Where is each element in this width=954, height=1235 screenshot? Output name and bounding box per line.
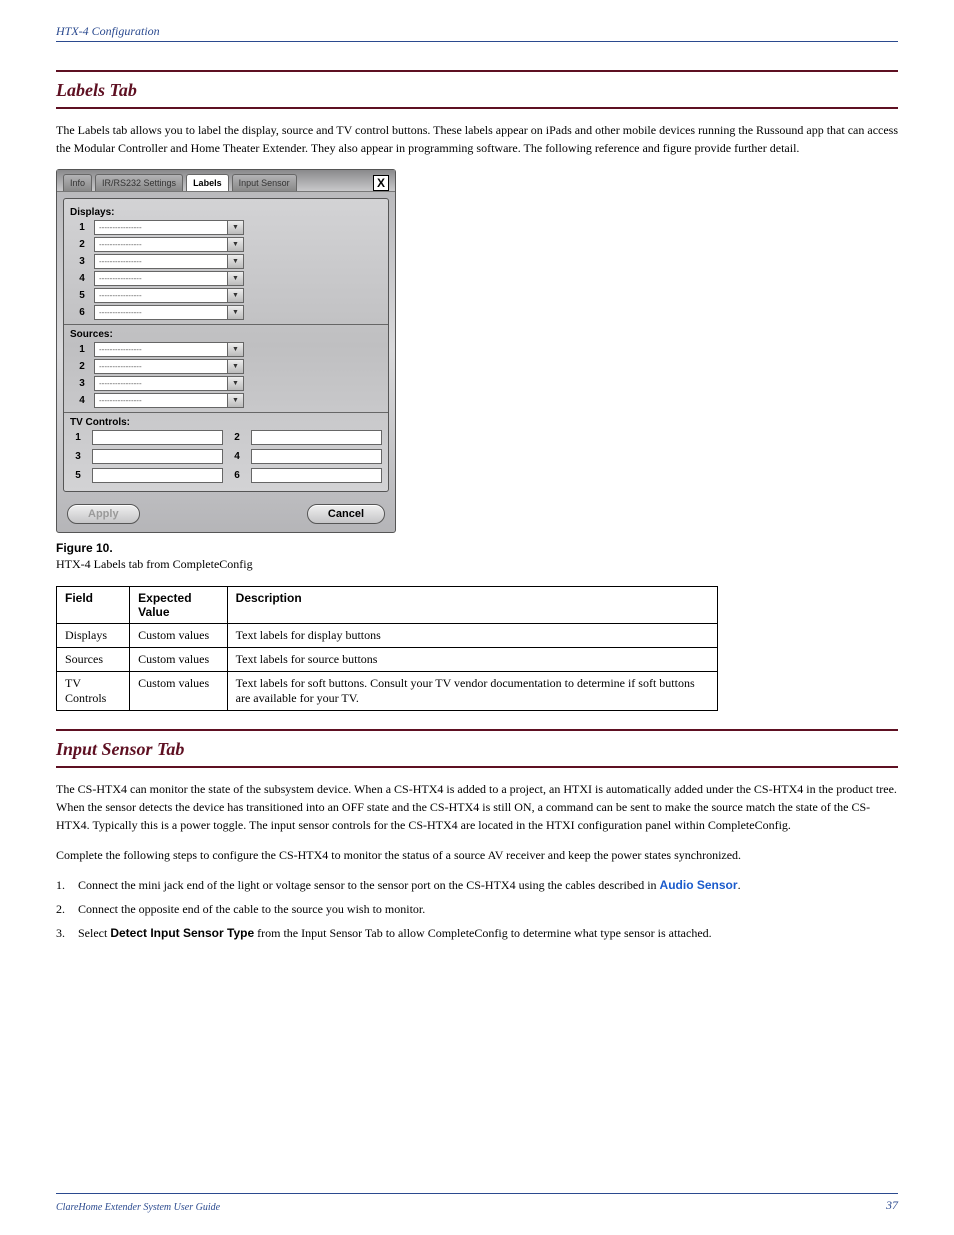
displays-label: Displays: xyxy=(70,207,382,218)
chevron-down-icon[interactable]: ▼ xyxy=(228,342,244,357)
chevron-down-icon[interactable]: ▼ xyxy=(228,254,244,269)
step-number: 2. xyxy=(56,900,78,918)
divider-maroon xyxy=(56,766,898,768)
apply-button[interactable]: Apply xyxy=(67,504,140,524)
display-num: 6 xyxy=(70,307,94,318)
chevron-down-icon[interactable]: ▼ xyxy=(228,376,244,391)
step-text: . xyxy=(738,878,741,892)
chevron-down-icon[interactable]: ▼ xyxy=(228,288,244,303)
display-input-5[interactable]: ---------------- xyxy=(94,288,228,303)
panel-tabbar: Info IR/RS232 Settings Labels Input Sens… xyxy=(57,170,395,192)
display-input-2[interactable]: ---------------- xyxy=(94,237,228,252)
source-input-3[interactable]: ---------------- xyxy=(94,376,228,391)
display-input-4[interactable]: ---------------- xyxy=(94,271,228,286)
display-input-3[interactable]: ---------------- xyxy=(94,254,228,269)
display-input-6[interactable]: ---------------- xyxy=(94,305,228,320)
tab-ir-rs232[interactable]: IR/RS232 Settings xyxy=(95,174,183,191)
display-num: 1 xyxy=(70,222,94,233)
figure-label: Figure 10. xyxy=(56,541,898,555)
tv-num: 3 xyxy=(70,451,86,462)
table-cell: Custom values xyxy=(130,672,227,711)
close-icon[interactable]: X xyxy=(373,175,389,191)
display-num: 3 xyxy=(70,256,94,267)
step-bold: Detect Input Sensor Type xyxy=(110,926,254,940)
sources-label: Sources: xyxy=(70,329,382,340)
section-body: The CS-HTX4 can monitor the state of the… xyxy=(56,780,898,834)
step-text: Select xyxy=(78,926,110,940)
tv-num: 2 xyxy=(229,432,245,443)
chevron-down-icon[interactable]: ▼ xyxy=(228,359,244,374)
tvcontrols-label: TV Controls: xyxy=(70,417,382,428)
labels-table: Field Expected Value Description Display… xyxy=(56,586,718,711)
source-input-2[interactable]: ---------------- xyxy=(94,359,228,374)
display-input-1[interactable]: ---------------- xyxy=(94,220,228,235)
page-number: 37 xyxy=(886,1198,898,1213)
step-number: 3. xyxy=(56,924,78,942)
source-num: 1 xyxy=(70,344,94,355)
section-body: Complete the following steps to configur… xyxy=(56,846,898,864)
step-text: from the Input Sensor Tab to allow Compl… xyxy=(254,926,712,940)
display-num: 4 xyxy=(70,273,94,284)
footer-title: ClareHome Extender System User Guide xyxy=(56,1202,220,1213)
tv-num: 6 xyxy=(229,470,245,481)
section-body: The Labels tab allows you to label the d… xyxy=(56,121,898,157)
step-item: 2. Connect the opposite end of the cable… xyxy=(56,900,898,918)
table-row: Displays Custom values Text labels for d… xyxy=(57,624,718,648)
tv-num: 1 xyxy=(70,432,86,443)
cancel-button[interactable]: Cancel xyxy=(307,504,385,524)
tab-input-sensor[interactable]: Input Sensor xyxy=(232,174,297,191)
divider-maroon xyxy=(56,70,898,72)
source-num: 2 xyxy=(70,361,94,372)
table-cell: Custom values xyxy=(130,648,227,672)
table-row: TV Controls Custom values Text labels fo… xyxy=(57,672,718,711)
display-num: 5 xyxy=(70,290,94,301)
section-title-labels: Labels Tab xyxy=(56,74,898,107)
tv-num: 4 xyxy=(229,451,245,462)
tv-input-2[interactable] xyxy=(251,430,382,445)
tab-labels[interactable]: Labels xyxy=(186,174,229,191)
config-panel: Info IR/RS232 Settings Labels Input Sens… xyxy=(56,169,396,533)
chevron-down-icon[interactable]: ▼ xyxy=(228,220,244,235)
table-cell: Text labels for display buttons xyxy=(227,624,717,648)
step-text: Connect the opposite end of the cable to… xyxy=(78,900,898,918)
tv-num: 5 xyxy=(70,470,86,481)
source-input-4[interactable]: ---------------- xyxy=(94,393,228,408)
table-cell: Text labels for soft buttons. Consult yo… xyxy=(227,672,717,711)
divider-maroon xyxy=(56,729,898,731)
step-text: Connect the mini jack end of the light o… xyxy=(78,878,660,892)
step-number: 1. xyxy=(56,876,78,894)
chevron-down-icon[interactable]: ▼ xyxy=(228,237,244,252)
source-num: 4 xyxy=(70,395,94,406)
table-row: Sources Custom values Text labels for so… xyxy=(57,648,718,672)
chevron-down-icon[interactable]: ▼ xyxy=(228,271,244,286)
link-audio-sensor[interactable]: Audio Sensor xyxy=(660,878,738,892)
step-item: 1. Connect the mini jack end of the ligh… xyxy=(56,876,898,894)
breadcrumb: HTX-4 Configuration xyxy=(56,24,898,39)
source-input-1[interactable]: ---------------- xyxy=(94,342,228,357)
tv-input-1[interactable] xyxy=(92,430,223,445)
divider-blue xyxy=(56,41,898,42)
tab-info[interactable]: Info xyxy=(63,174,92,191)
table-cell: Displays xyxy=(57,624,130,648)
table-cell: Text labels for source buttons xyxy=(227,648,717,672)
table-header: Description xyxy=(227,587,717,624)
table-header: Field xyxy=(57,587,130,624)
table-cell: Custom values xyxy=(130,624,227,648)
tv-input-4[interactable] xyxy=(251,449,382,464)
figure-caption: HTX-4 Labels tab from CompleteConfig xyxy=(56,557,898,572)
table-cell: TV Controls xyxy=(57,672,130,711)
source-num: 3 xyxy=(70,378,94,389)
table-cell: Sources xyxy=(57,648,130,672)
chevron-down-icon[interactable]: ▼ xyxy=(228,393,244,408)
divider-maroon xyxy=(56,107,898,109)
table-header: Expected Value xyxy=(130,587,227,624)
page-footer: ClareHome Extender System User Guide 37 xyxy=(56,1193,898,1213)
step-item: 3. Select Detect Input Sensor Type from … xyxy=(56,924,898,942)
tv-input-3[interactable] xyxy=(92,449,223,464)
tv-input-5[interactable] xyxy=(92,468,223,483)
tv-input-6[interactable] xyxy=(251,468,382,483)
section-title-input-sensor: Input Sensor Tab xyxy=(56,733,898,766)
chevron-down-icon[interactable]: ▼ xyxy=(228,305,244,320)
display-num: 2 xyxy=(70,239,94,250)
